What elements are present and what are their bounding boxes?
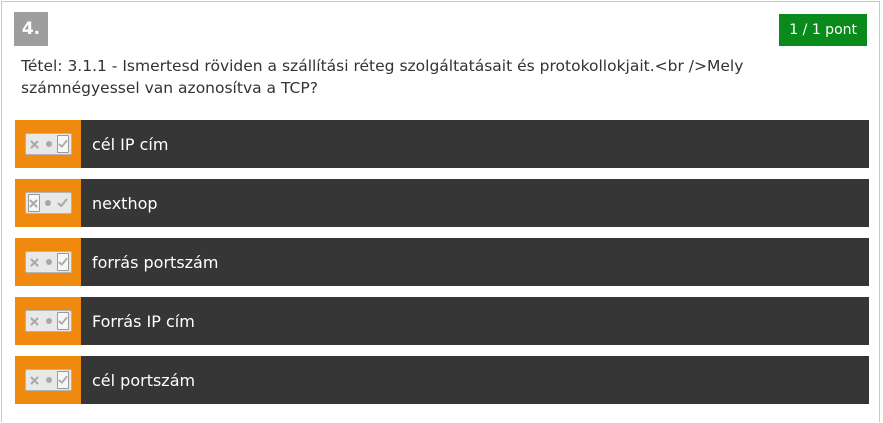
answer-label: Forrás IP cím	[92, 311, 195, 331]
x-icon[interactable]	[28, 371, 41, 389]
answer-option[interactable]: cél IP cím	[15, 120, 869, 168]
check-icon[interactable]	[56, 371, 69, 389]
answer-option[interactable]: nexthop	[15, 179, 869, 227]
question-text: Tétel: 3.1.1 - Ismertesd röviden a száll…	[21, 57, 744, 97]
answer-option[interactable]: forrás portszám	[15, 238, 869, 286]
question-number: 4.	[14, 12, 48, 46]
answer-option[interactable]: cél portszám	[15, 356, 869, 404]
dot-icon[interactable]	[42, 312, 55, 330]
check-icon[interactable]	[56, 135, 69, 153]
check-icon[interactable]	[56, 312, 69, 330]
x-icon[interactable]	[28, 312, 41, 330]
answer-toggle[interactable]	[15, 238, 81, 286]
three-state-toggle[interactable]	[24, 133, 72, 155]
x-icon[interactable]	[28, 253, 41, 271]
x-icon[interactable]	[28, 135, 41, 153]
x-icon[interactable]	[27, 194, 40, 212]
answer-toggle[interactable]	[15, 356, 81, 404]
three-state-toggle[interactable]	[24, 369, 72, 391]
answer-toggle[interactable]	[15, 179, 81, 227]
dot-icon[interactable]	[41, 194, 54, 212]
three-state-toggle[interactable]	[24, 251, 72, 273]
three-state-toggle[interactable]	[24, 192, 72, 214]
check-icon[interactable]	[56, 194, 69, 212]
answer-toggle[interactable]	[15, 120, 81, 168]
question-card: 4. 1 / 1 pont Tétel: 3.1.1 - Ismertesd r…	[1, 1, 880, 422]
check-icon[interactable]	[56, 253, 69, 271]
answer-label: forrás portszám	[92, 252, 219, 272]
answer-list: cél IP cím nexthop forrás portszám Forrá…	[15, 120, 869, 415]
dot-icon[interactable]	[42, 253, 55, 271]
answer-label: cél IP cím	[92, 134, 169, 154]
three-state-toggle[interactable]	[24, 310, 72, 332]
dot-icon[interactable]	[42, 135, 55, 153]
answer-option[interactable]: Forrás IP cím	[15, 297, 869, 345]
dot-icon[interactable]	[42, 371, 55, 389]
answer-toggle[interactable]	[15, 297, 81, 345]
answer-label: cél portszám	[92, 370, 196, 390]
score-badge: 1 / 1 pont	[779, 14, 867, 46]
answer-label: nexthop	[92, 193, 158, 213]
